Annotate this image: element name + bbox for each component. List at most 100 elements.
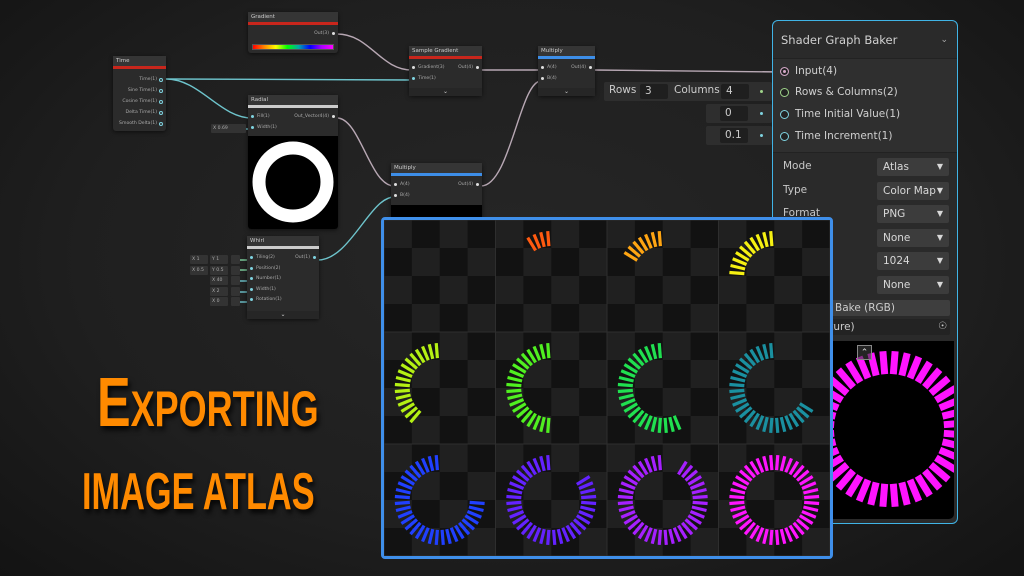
checker-cell — [690, 444, 719, 473]
checker-cell — [718, 416, 747, 445]
checker-cell — [634, 248, 664, 277]
output-port-label: Time(1) — [139, 77, 157, 82]
time-increment-input[interactable]: 0.1 — [720, 128, 748, 143]
whirl-input[interactable]: Y 1 — [210, 255, 228, 264]
node-multiply-top[interactable]: Multiply A(4) B(4) Out(4) ⌄ — [538, 46, 595, 96]
node-multiply-mid[interactable]: Multiply A(4) B(4) Out(4) — [391, 163, 482, 221]
checker-cell — [607, 416, 636, 445]
checker-cell — [802, 444, 830, 473]
input-port[interactable] — [250, 287, 253, 291]
whirl-input[interactable]: X 1 — [190, 255, 208, 264]
input-value: 0.5 — [196, 267, 204, 273]
whirl-input[interactable]: X 40 — [210, 276, 228, 285]
output-port[interactable] — [589, 66, 592, 69]
columns-input[interactable]: 4 — [721, 84, 749, 99]
input-port[interactable] — [394, 183, 397, 186]
rows-columns-port[interactable] — [780, 88, 789, 97]
input-port[interactable] — [412, 77, 415, 80]
input-port[interactable] — [250, 256, 253, 259]
node-color-bar — [248, 22, 338, 25]
port-input: Input(4) — [795, 65, 838, 77]
input-port[interactable] — [250, 266, 253, 270]
checker-cell — [718, 276, 747, 305]
node-time[interactable]: Time Time(1) Sine Time(1) Cosine Time(1) Del… — [113, 56, 166, 131]
checker-cell — [690, 220, 719, 249]
rows-columns-field: Rows 3 Columns 4 — [604, 82, 772, 101]
whirl-input[interactable]: Y 0.5 — [210, 265, 228, 275]
whirl-input[interactable]: X 0.5 — [190, 265, 208, 275]
ring-tick — [434, 529, 439, 545]
expand-chevron-icon[interactable]: ⌄ — [538, 88, 595, 96]
input-port[interactable] — [250, 298, 253, 301]
output-port[interactable] — [476, 183, 479, 186]
ring-tick — [769, 455, 774, 471]
expand-chevron-icon[interactable]: ⌄ — [247, 311, 319, 319]
time-initial-port[interactable] — [780, 110, 789, 119]
input-port[interactable] — [541, 66, 544, 69]
setting-dropdown[interactable]: 1024 ▼ — [877, 252, 949, 271]
checker-cell — [551, 388, 580, 417]
collapse-preview-icon[interactable]: ⌃ — [857, 345, 872, 360]
setting-dropdown[interactable]: None ▼ — [877, 228, 949, 247]
input-port[interactable] — [541, 77, 544, 80]
ring-tick — [729, 388, 745, 394]
node-radial[interactable]: Radial Fill(1) Width(1) Out_Vector4(4) — [248, 95, 338, 229]
output-port[interactable] — [332, 32, 335, 35]
input-port[interactable] — [780, 67, 789, 76]
whirl-input[interactable]: X 2 — [210, 286, 228, 296]
checker-cell — [746, 304, 775, 333]
input-port[interactable] — [412, 66, 415, 69]
width-input[interactable]: X 0.69 — [211, 124, 246, 133]
output-port[interactable] — [332, 115, 335, 118]
gradient-swatch[interactable] — [252, 44, 334, 50]
setting-dropdown[interactable]: None ▼ — [877, 276, 949, 294]
checker-cell — [579, 388, 608, 417]
headline-line1: EXPORTING — [97, 362, 319, 442]
node-whirl[interactable]: Whirl Tiling(2) Position(2) Number(1) Width(… — [247, 236, 319, 319]
chevron-down-icon[interactable]: ⌄ — [940, 21, 948, 59]
object-picker-icon[interactable]: ☉ — [938, 319, 947, 335]
output-port[interactable] — [159, 122, 163, 126]
input-port[interactable] — [394, 194, 397, 197]
output-port[interactable] — [159, 100, 163, 104]
time-increment-port[interactable] — [780, 132, 789, 141]
node-title: Radial — [248, 95, 338, 105]
output-port[interactable] — [159, 89, 163, 93]
setting-dropdown[interactable]: Atlas ▼ — [877, 158, 949, 176]
output-port-label: Sine Time(1) — [127, 88, 157, 93]
output-port[interactable] — [159, 78, 163, 82]
time-initial-input[interactable]: 0 — [720, 106, 748, 121]
checker-cell — [523, 388, 552, 417]
preview-ring-tick — [941, 409, 954, 420]
output-port[interactable] — [159, 111, 163, 115]
input-port-label: Width(1) — [256, 286, 276, 292]
output-port[interactable] — [313, 256, 316, 259]
checker-cell — [579, 304, 608, 333]
output-port-label: Out(1) — [295, 255, 310, 260]
input-port[interactable] — [251, 126, 254, 129]
output-port-label: Cosine Time(1) — [122, 99, 157, 104]
rows-input[interactable]: 3 — [640, 84, 668, 99]
checker-cell — [774, 472, 803, 501]
checker-cell — [607, 276, 636, 305]
input-port[interactable] — [250, 277, 253, 280]
bake-button-label: Bake (RGB) — [835, 302, 895, 314]
baker-header[interactable]: Shader Graph Baker ⌄ — [773, 21, 957, 59]
setting-dropdown[interactable]: Color Map ▼ — [877, 181, 949, 200]
whirl-input[interactable]: X 0 — [210, 297, 228, 306]
checker-cell — [634, 360, 664, 389]
checker-cell — [467, 360, 496, 389]
checker-cell — [551, 332, 580, 361]
node-sample-gradient[interactable]: Sample Gradient Gradient(3) Time(1) Out(4) ⌄ — [409, 46, 482, 96]
setting-dropdown[interactable]: PNG ▼ — [877, 205, 949, 224]
output-port[interactable] — [476, 66, 479, 69]
input-port[interactable] — [251, 115, 254, 118]
ring-tick — [617, 388, 633, 394]
output-port-label: Out(4) — [458, 65, 473, 70]
checker-cell — [495, 248, 524, 277]
node-gradient[interactable]: Gradient Out(3) — [248, 12, 338, 53]
checker-cell — [774, 332, 803, 361]
checker-cell — [439, 332, 469, 361]
expand-chevron-icon[interactable]: ⌄ — [409, 88, 482, 96]
checker-cell — [662, 248, 692, 277]
